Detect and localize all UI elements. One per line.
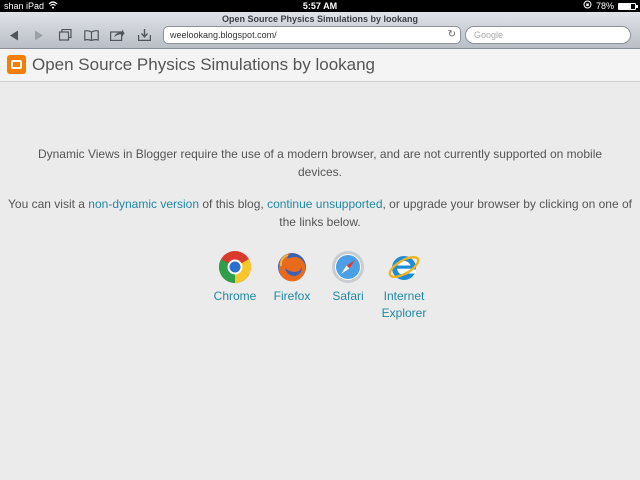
continue-unsupported-link[interactable]: continue unsupported	[267, 197, 382, 211]
firefox-label: Firefox	[273, 289, 311, 303]
search-input[interactable]: Google	[465, 26, 631, 44]
internet-explorer-link[interactable]: Internet Explorer	[372, 250, 436, 322]
share-button[interactable]	[108, 27, 126, 43]
search-placeholder: Google	[474, 30, 504, 40]
safari-link[interactable]: Safari	[323, 250, 373, 305]
firefox-icon	[275, 250, 309, 284]
safari-compass-icon	[331, 250, 365, 284]
browser-toolbar: Open Source Physics Simulations by looka…	[0, 12, 640, 49]
share-icon	[109, 29, 125, 41]
unsupported-message: Dynamic Views in Blogger require the use…	[37, 147, 603, 179]
reload-icon[interactable]: ↻	[448, 27, 456, 43]
blog-header: Open Source Physics Simulations by looka…	[0, 49, 640, 82]
status-bar: shan iPad 5:57 AM 78%	[0, 0, 640, 12]
blogger-logo-icon[interactable]	[7, 55, 26, 74]
non-dynamic-link[interactable]: non-dynamic version	[88, 197, 199, 211]
battery-percent: 78%	[595, 1, 614, 11]
bookmarks-button[interactable]	[82, 27, 100, 43]
message-text: of this blog,	[199, 197, 268, 211]
internet-explorer-icon	[387, 250, 421, 284]
upgrade-message: You can visit a non-dynamic version of t…	[0, 195, 640, 231]
tabs-button[interactable]	[56, 27, 74, 43]
back-button[interactable]	[5, 27, 23, 43]
internet-explorer-label: Internet Explorer	[381, 289, 427, 320]
battery-icon	[618, 2, 638, 10]
url-text: weelookang.blogspot.com/	[170, 30, 277, 40]
back-arrow-icon	[10, 30, 18, 40]
page-title: Open Source Physics Simulations by looka…	[221, 14, 419, 24]
chrome-link[interactable]: Chrome	[210, 250, 260, 305]
clock: 5:57 AM	[302, 1, 338, 11]
chrome-icon	[218, 250, 252, 284]
download-button[interactable]	[135, 27, 153, 43]
download-icon	[137, 29, 151, 41]
firefox-link[interactable]: Firefox	[267, 250, 317, 305]
book-icon	[83, 29, 99, 41]
forward-arrow-icon	[35, 30, 43, 40]
safari-label: Safari	[332, 289, 364, 303]
message-text: You can visit a	[8, 197, 89, 211]
chrome-label: Chrome	[213, 289, 257, 303]
pages-icon	[58, 29, 72, 41]
address-bar[interactable]: weelookang.blogspot.com/ ↻	[163, 26, 461, 44]
lock-rotation-icon	[583, 0, 592, 12]
blog-title[interactable]: Open Source Physics Simulations by looka…	[32, 55, 375, 75]
forward-button[interactable]	[30, 27, 48, 43]
